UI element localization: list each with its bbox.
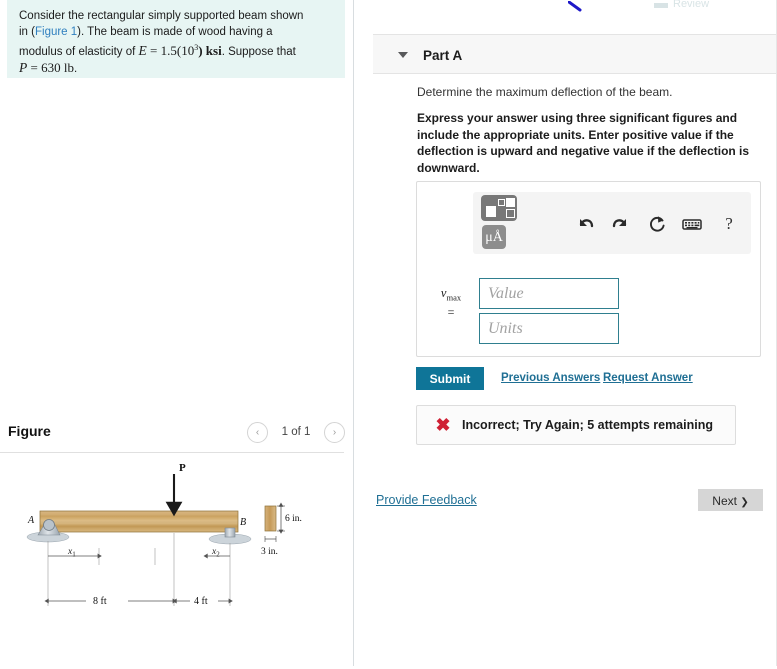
span-8ft-label: 8 ft [93,596,107,607]
previous-answers-link[interactable]: Previous Answers [501,372,600,384]
beam-diagram: P A B x1 x2 8 ft 4 ft 6 in. 3 in. [0,455,352,666]
math-toolbar: μÅ ? [473,192,751,254]
question-text: Consider the rectangular simply supporte… [19,9,335,78]
beam-diagram-svg: P A B x1 x2 8 ft 4 ft 6 in. 3 in. [26,462,302,607]
reset-icon[interactable] [646,213,668,235]
next-button[interactable]: Next ❯ [698,489,763,511]
answer-value-input[interactable] [479,278,619,309]
feedback-banner: ✖ Incorrect; Try Again; 5 attempts remai… [416,405,736,445]
chevron-down-icon[interactable] [398,52,408,58]
span-4ft: 4 ft [172,594,233,607]
cross-section: 6 in. 3 in. [261,502,302,557]
support-b-label: B [240,517,246,528]
span-4ft-label: 4 ft [194,596,208,607]
submit-button[interactable]: Submit [416,367,484,390]
support-a-label: A [27,515,35,526]
answer-units-input[interactable] [479,313,619,344]
template-square-4 [506,209,515,218]
modulus-symbol: E [138,42,147,58]
provide-feedback-link[interactable]: Provide Feedback [376,493,477,507]
review-label: Review [673,0,710,10]
request-answer-link[interactable]: Request Answer [603,372,693,384]
template-square-1 [486,206,496,217]
question-line-3-pre: modulus of elasticity of [19,45,139,58]
template-grid-icon[interactable] [481,195,517,221]
question-line-4-end: . [73,63,78,76]
incorrect-x-icon: ✖ [435,415,451,435]
answer-equals-sign: = [447,304,455,319]
answer-variable-label: vmax = [427,286,475,319]
modulus-unit: ) ksi [198,42,222,58]
figure-header: Figure ‹ 1 of 1 › [0,415,352,451]
chevron-right-icon: ❯ [740,497,749,508]
part-a-header[interactable]: Part A [373,34,777,74]
help-icon[interactable]: ? [718,213,740,235]
figure-pager: ‹ 1 of 1 › [247,420,345,444]
next-label: Next [712,494,737,508]
question-line-1: Consider the rectangular simply supporte… [19,10,304,22]
answer-entry-panel: μÅ ? vmax = Value Units [416,181,761,357]
load-label-p: P [179,462,186,474]
template-square-2 [498,199,505,206]
figure-page-count: 1 of 1 [281,426,311,438]
figure-title: Figure [8,423,51,439]
dimension-x1-label: x1 [67,547,76,559]
modulus-value: = 1.5(10 [146,42,195,58]
part-a-title: Part A [423,48,463,63]
dimension-x2-label: x2 [211,547,220,559]
figure-divider [0,452,344,453]
part-a-instructions: Express your answer using three signific… [417,111,750,175]
review-bar-icon [654,3,668,8]
redo-icon[interactable] [610,213,632,235]
question-line-3-post: . Suppose that [221,45,296,58]
undo-icon[interactable] [574,213,596,235]
load-value: = 630 lb [27,60,74,76]
section-height-label: 6 in. [285,514,302,524]
dimension-x1: x1 [48,547,102,559]
template-square-3 [506,198,515,207]
feedback-message: Incorrect; Try Again; 5 attempts remaini… [462,418,713,432]
question-pane: Review Part A Determine the maximum defl… [354,0,777,666]
cursor-pointer-artifact [567,0,582,12]
span-8ft: 8 ft [44,594,177,607]
load-arrow-p: P [165,462,186,517]
part-a-prompt: Determine the maximum deflection of the … [417,85,673,99]
figure-1-link[interactable]: Figure 1 [35,26,77,38]
figure-next-button[interactable]: › [324,421,345,443]
answer-variable-subscript: max [446,292,462,303]
question-line-2-post: ). The beam is made of wood having a [77,25,273,38]
beam-body [39,510,239,533]
keyboard-icon[interactable] [681,213,703,235]
dimension-x2: x2 [203,547,230,559]
greek-symbols-icon[interactable]: μÅ [482,225,506,249]
load-symbol: P [19,60,28,76]
section-width-label: 3 in. [261,547,278,557]
question-statement-box: Consider the rectangular simply supporte… [7,0,345,78]
question-line-2-pre: in ( [19,25,35,38]
figure-pane: Consider the rectangular simply supporte… [0,0,352,666]
figure-prev-button[interactable]: ‹ [247,421,268,443]
review-indicator[interactable]: Review [654,0,770,12]
